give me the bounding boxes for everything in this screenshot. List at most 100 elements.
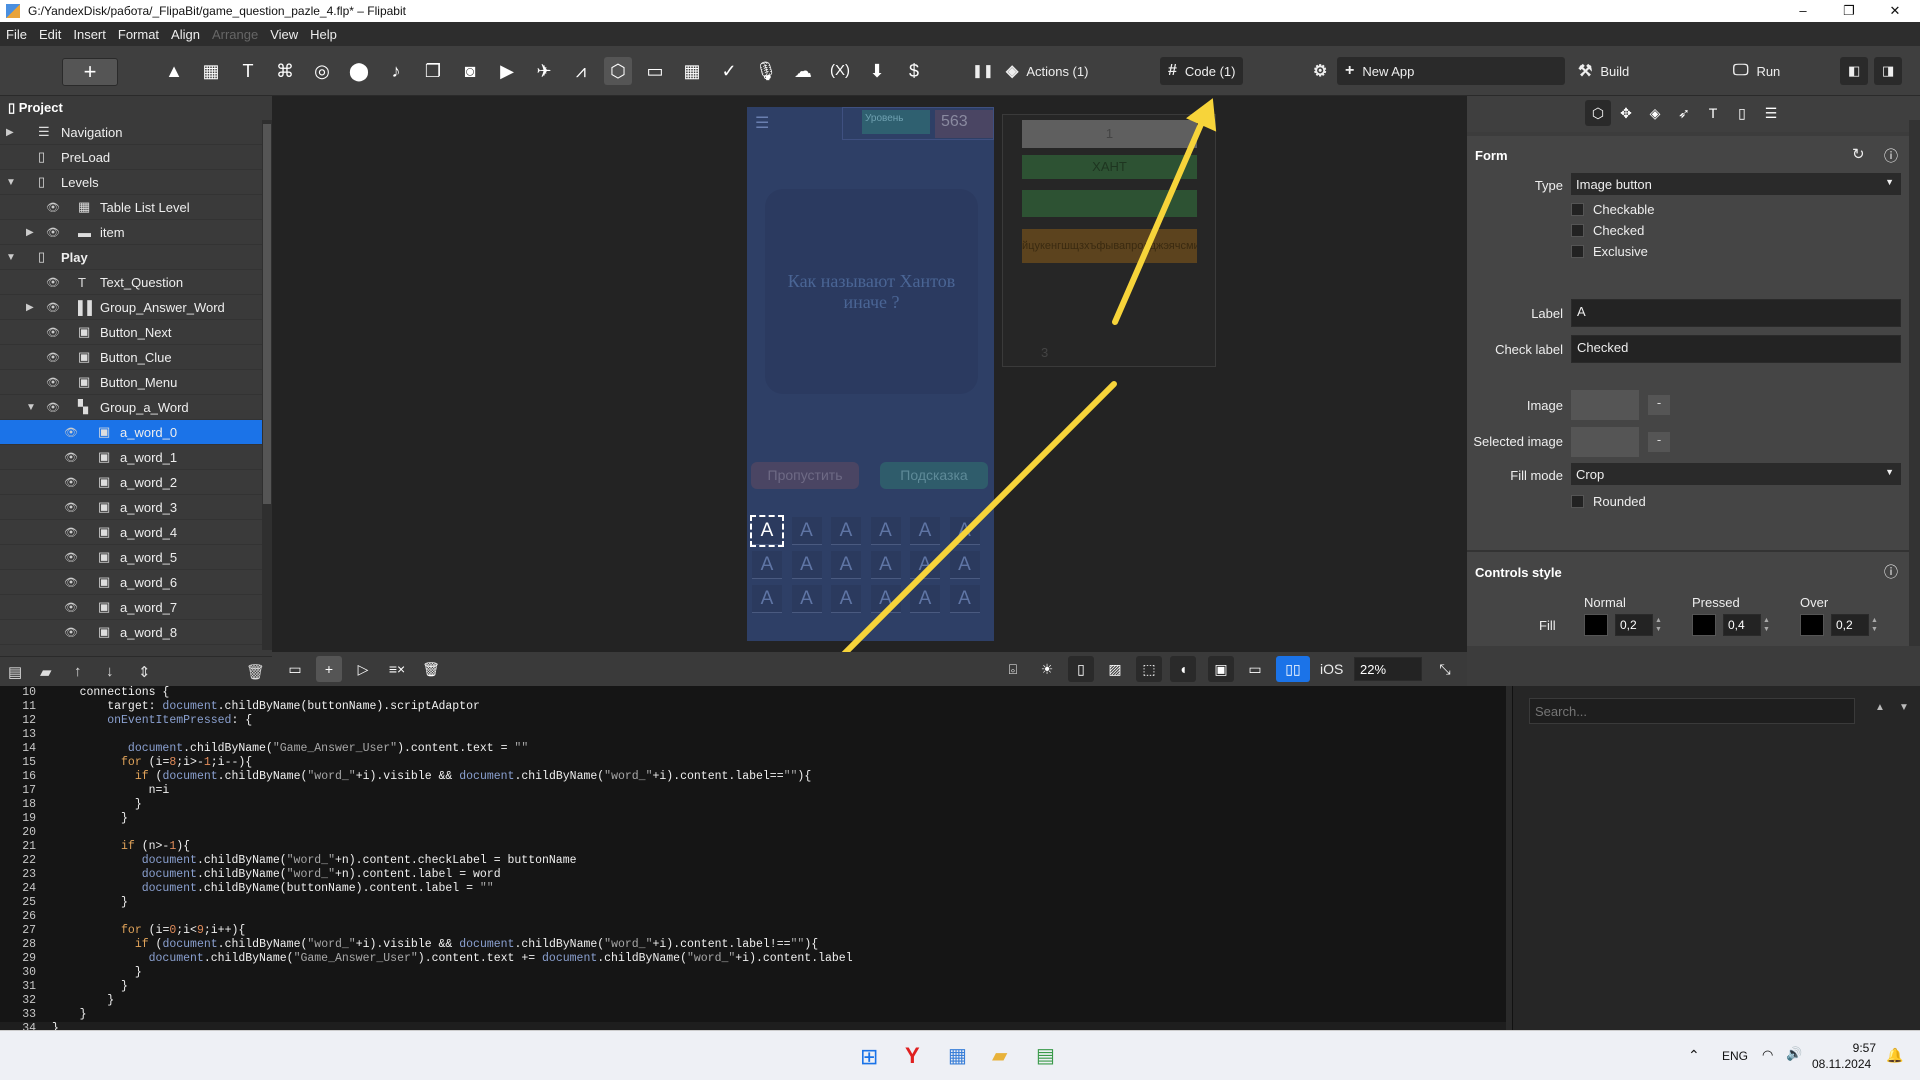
visibility-eye-icon[interactable]: 👁 — [64, 501, 78, 514]
close-button[interactable]: ✕ — [1872, 0, 1918, 22]
menu-align[interactable]: Align — [171, 27, 200, 42]
clear-format-icon[interactable]: ≡× — [384, 656, 410, 682]
opacity-spinbox[interactable]: 0,2 — [1615, 614, 1653, 636]
file-explorer-icon[interactable]: ▰ — [992, 1043, 1007, 1068]
pdf-icon[interactable]: ⌘ — [271, 57, 299, 85]
reset-icon[interactable]: ↻ — [1852, 145, 1865, 163]
spin-arrows-icon[interactable]: ▲ ▼ — [1655, 616, 1662, 634]
visibility-eye-icon[interactable]: 👁 — [64, 551, 78, 564]
letter-button-selected[interactable]: A — [750, 515, 784, 547]
check-label-input[interactable]: Checked — [1571, 335, 1901, 363]
code-button[interactable]: # Code (1) — [1160, 57, 1244, 85]
opacity-spinbox[interactable]: 0,2 — [1831, 614, 1869, 636]
search-prev-icon[interactable]: ▲ — [1875, 702, 1885, 713]
visibility-eye-icon[interactable]: 👁 — [64, 626, 78, 639]
chart-icon[interactable]: ⩘ — [567, 57, 595, 85]
code-line[interactable]: 23 document.childByName("word_"+n).conte… — [0, 868, 1506, 882]
selection-icon[interactable]: ⬚ — [1136, 656, 1162, 682]
phone-preview[interactable]: ☰ Уровень 563 Как называют Хантов иначе … — [747, 107, 994, 641]
device-icon[interactable]: ▯ — [1068, 656, 1094, 682]
tree-item[interactable]: 👁 ▣ Button_Menu — [0, 370, 262, 395]
windows-start-icon[interactable]: ⊞ — [860, 1044, 878, 1070]
left-panel-toggle[interactable]: ◧ — [1840, 57, 1869, 85]
code-line[interactable]: 26 — [0, 910, 1506, 924]
info-icon[interactable]: ⓘ — [1884, 146, 1898, 166]
image-clear-button[interactable]: - — [1648, 395, 1670, 415]
letter-button[interactable]: A — [949, 551, 980, 579]
letter-button[interactable]: A — [870, 551, 901, 579]
tree-item[interactable]: ▼ ▯ Levels — [0, 170, 262, 195]
code-line[interactable]: 30 } — [0, 966, 1506, 980]
code-line[interactable]: 28 if (document.childByName("word_"+i).v… — [0, 938, 1506, 952]
visibility-eye-icon[interactable]: 👁 — [46, 201, 60, 214]
move-up-icon[interactable]: ↑ — [74, 663, 82, 680]
rounded-checkbox[interactable]: Rounded — [1571, 494, 1646, 509]
calendar-icon[interactable]: ▭ — [641, 57, 669, 85]
tree-item[interactable]: 👁 T Text_Question — [0, 270, 262, 295]
dollar-icon[interactable]: $ — [900, 57, 928, 85]
letter-button[interactable]: A — [831, 551, 861, 579]
hatch-icon[interactable]: ▨ — [1102, 656, 1128, 682]
multi-device-icon[interactable]: ▯▯ — [1276, 656, 1310, 682]
text-icon[interactable]: T — [1700, 100, 1726, 126]
project-scrollbar[interactable] — [262, 120, 272, 650]
3d-box-icon[interactable]: ⬡ — [604, 57, 632, 85]
letter-button[interactable]: A — [752, 585, 782, 613]
page-icon[interactable]: ▭ — [282, 656, 308, 682]
code-line[interactable]: 24 document.childByName(buttonName).cont… — [0, 882, 1506, 896]
opacity-spinbox[interactable]: 0,4 — [1723, 614, 1761, 636]
search-next-icon[interactable]: ▼ — [1899, 702, 1909, 713]
collapse-icon[interactable]: ⤡ — [1432, 656, 1458, 682]
label-input[interactable]: A — [1571, 299, 1901, 327]
fill-color-swatch[interactable] — [1800, 614, 1824, 636]
table-icon[interactable]: ▦ — [678, 57, 706, 85]
box-icon[interactable]: ⬡ — [1585, 100, 1611, 126]
build-button[interactable]: ⚒ Build — [1570, 57, 1637, 85]
film-icon[interactable]: ▦ — [197, 57, 225, 85]
actions-button[interactable]: ◈ Actions (1) — [998, 57, 1096, 85]
task-manager-icon[interactable]: ▤ — [1036, 1043, 1055, 1068]
code-line[interactable]: 11 target: document.childByName(buttonNa… — [0, 700, 1506, 714]
code-line[interactable]: 22 document.childByName("word_"+n).conte… — [0, 854, 1506, 868]
tree-item[interactable]: 👁 ▣ a_word_0 — [0, 420, 262, 445]
image-icon[interactable]: ▲ — [160, 57, 188, 85]
tree-item[interactable]: 👁 ▣ a_word_3 — [0, 495, 262, 520]
code-line[interactable]: 14 document.childByName("Game_Answer_Use… — [0, 742, 1506, 756]
language-indicator[interactable]: ENG — [1722, 1049, 1748, 1063]
visibility-eye-icon[interactable]: 👁 — [46, 326, 60, 339]
yandex-browser-icon[interactable]: Y — [905, 1043, 920, 1069]
code-editor[interactable]: 10 connections {11 target: document.chil… — [0, 686, 1506, 1030]
database-icon[interactable]: ☰ — [1758, 100, 1784, 126]
letter-button[interactable]: A — [910, 517, 940, 545]
tree-item[interactable]: ▼ ▯ Play — [0, 245, 262, 270]
menu-edit[interactable]: Edit — [39, 27, 61, 42]
checkable-checkbox[interactable]: Checkable — [1571, 202, 1654, 217]
visibility-eye-icon[interactable]: 👁 — [46, 351, 60, 364]
new-page-icon[interactable]: ▤ — [8, 663, 22, 681]
delete-icon[interactable]: 🗑 — [246, 663, 265, 681]
fill-color-swatch[interactable] — [1692, 614, 1716, 636]
code-line[interactable]: 20 — [0, 826, 1506, 840]
tree-item[interactable]: 👁 ▣ a_word_1 — [0, 445, 262, 470]
phone-icon[interactable]: ▯ — [1729, 100, 1755, 126]
list-preview[interactable]: 1 ХАНТ йцукенгшщзхъфывапролджэячсмитьбю … — [1002, 114, 1216, 367]
collapse-icon[interactable]: ▼ — [26, 402, 36, 413]
text-icon[interactable]: T — [234, 57, 262, 85]
brightness-icon[interactable]: ☀ — [1034, 656, 1060, 682]
code-line[interactable]: 15 for (i=8;i>-1;i--){ — [0, 756, 1506, 770]
menu-insert[interactable]: Insert — [73, 27, 106, 42]
letter-button[interactable]: A — [791, 585, 822, 613]
letter-button[interactable]: A — [831, 585, 861, 613]
tree-item[interactable]: 👁 ▣ a_word_5 — [0, 545, 262, 570]
letter-button[interactable]: A — [752, 551, 782, 579]
type-select[interactable]: Image button ▼ — [1571, 173, 1901, 195]
indent-icon[interactable]: ⇕ — [138, 663, 151, 681]
tree-item[interactable]: 👁 ▣ a_word_4 — [0, 520, 262, 545]
move-down-icon[interactable]: ↓ — [106, 663, 114, 680]
skip-button[interactable]: Пропустить — [751, 462, 859, 489]
add-icon[interactable]: + — [316, 656, 342, 682]
spin-arrows-icon[interactable]: ▲ ▼ — [1763, 616, 1770, 634]
camera-icon[interactable]: ◙ — [456, 57, 484, 85]
fill-icon[interactable]: ◈ — [1642, 100, 1668, 126]
fill-color-swatch[interactable] — [1584, 614, 1608, 636]
